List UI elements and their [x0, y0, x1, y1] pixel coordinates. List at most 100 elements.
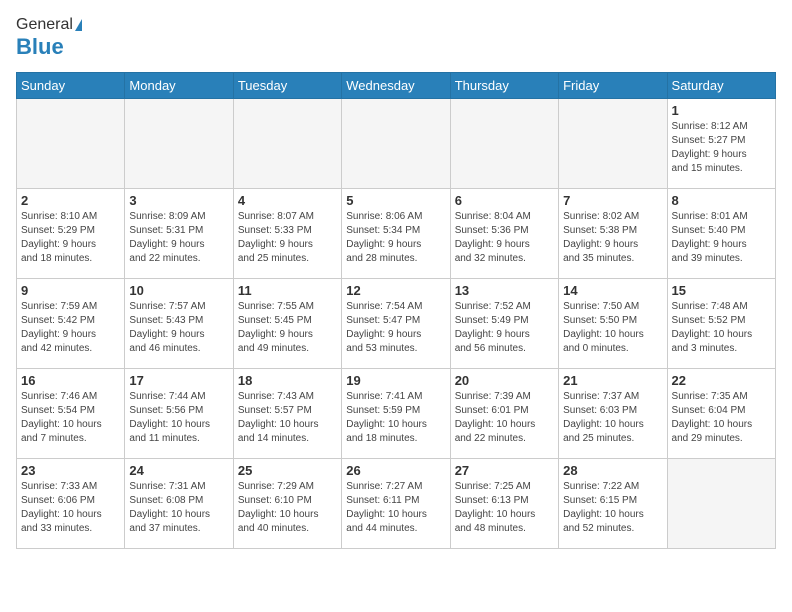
- calendar-day-cell: 10 Sunrise: 7:57 AM Sunset: 5:43 PM Dayli…: [125, 279, 233, 369]
- calendar-day-cell: 5Sunrise: 8:06 AM Sunset: 5:34 PM Daylig…: [342, 189, 450, 279]
- calendar-day-cell: 27 Sunrise: 7:25 AM Sunset: 6:13 PM Dayli…: [450, 459, 558, 549]
- day-info: Sunrise: 8:02 AM Sunset: 5:38 PM Dayligh…: [563, 210, 662, 266]
- day-number: 3: [129, 193, 228, 208]
- day-number: 25: [238, 463, 337, 478]
- day-info: Sunrise: 7:22 AM Sunset: 6:15 PM Dayligh…: [563, 480, 662, 536]
- weekday-header: Friday: [559, 73, 667, 99]
- calendar-day-cell: [667, 459, 775, 549]
- weekday-header: Monday: [125, 73, 233, 99]
- calendar-day-cell: [125, 99, 233, 189]
- weekday-header: Wednesday: [342, 73, 450, 99]
- day-number: 9: [21, 283, 120, 298]
- day-number: 28: [563, 463, 662, 478]
- calendar-week-row: 23 Sunrise: 7:33 AM Sunset: 6:06 PM Dayli…: [17, 459, 776, 549]
- day-info: Sunrise: 7:41 AM Sunset: 5:59 PM Dayligh…: [346, 390, 445, 446]
- day-info: Sunrise: 7:27 AM Sunset: 6:11 PM Dayligh…: [346, 480, 445, 536]
- day-info: Sunrise: 8:09 AM Sunset: 5:31 PM Dayligh…: [129, 210, 228, 266]
- calendar-day-cell: [450, 99, 558, 189]
- weekday-header: Thursday: [450, 73, 558, 99]
- calendar-day-cell: 18Sunrise: 7:43 AM Sunset: 5:57 PM Dayli…: [233, 369, 341, 459]
- calendar-day-cell: 25 Sunrise: 7:29 AM Sunset: 6:10 PM Dayli…: [233, 459, 341, 549]
- calendar-day-cell: 6 Sunrise: 8:04 AM Sunset: 5:36 PM Daylig…: [450, 189, 558, 279]
- calendar-day-cell: 9 Sunrise: 7:59 AM Sunset: 5:42 PM Daylig…: [17, 279, 125, 369]
- day-info: Sunrise: 8:12 AM Sunset: 5:27 PM Dayligh…: [672, 120, 771, 176]
- day-number: 16: [21, 373, 120, 388]
- day-number: 6: [455, 193, 554, 208]
- day-info: Sunrise: 7:52 AM Sunset: 5:49 PM Dayligh…: [455, 300, 554, 356]
- calendar-day-cell: 20 Sunrise: 7:39 AM Sunset: 6:01 PM Dayli…: [450, 369, 558, 459]
- calendar-day-cell: [233, 99, 341, 189]
- calendar-day-cell: [342, 99, 450, 189]
- calendar-day-cell: 16 Sunrise: 7:46 AM Sunset: 5:54 PM Dayli…: [17, 369, 125, 459]
- day-number: 10: [129, 283, 228, 298]
- calendar-day-cell: 26 Sunrise: 7:27 AM Sunset: 6:11 PM Dayli…: [342, 459, 450, 549]
- day-info: Sunrise: 7:54 AM Sunset: 5:47 PM Dayligh…: [346, 300, 445, 356]
- day-info: Sunrise: 7:44 AM Sunset: 5:56 PM Dayligh…: [129, 390, 228, 446]
- calendar-header: SundayMondayTuesdayWednesdayThursdayFrid…: [17, 73, 776, 99]
- weekday-header: Tuesday: [233, 73, 341, 99]
- day-number: 13: [455, 283, 554, 298]
- calendar-day-cell: 8 Sunrise: 8:01 AM Sunset: 5:40 PM Daylig…: [667, 189, 775, 279]
- day-number: 15: [672, 283, 771, 298]
- day-number: 26: [346, 463, 445, 478]
- day-number: 5: [346, 193, 445, 208]
- day-info: Sunrise: 7:55 AM Sunset: 5:45 PM Dayligh…: [238, 300, 337, 356]
- weekday-header: Sunday: [17, 73, 125, 99]
- day-info: Sunrise: 7:59 AM Sunset: 5:42 PM Dayligh…: [21, 300, 120, 356]
- day-number: 1: [672, 103, 771, 118]
- day-number: 19: [346, 373, 445, 388]
- logo: General Blue: [16, 16, 82, 60]
- calendar-day-cell: 15 Sunrise: 7:48 AM Sunset: 5:52 PM Dayli…: [667, 279, 775, 369]
- calendar-day-cell: 3 Sunrise: 8:09 AM Sunset: 5:31 PM Daylig…: [125, 189, 233, 279]
- day-info: Sunrise: 8:01 AM Sunset: 5:40 PM Dayligh…: [672, 210, 771, 266]
- day-info: Sunrise: 7:33 AM Sunset: 6:06 PM Dayligh…: [21, 480, 120, 536]
- calendar-day-cell: 21Sunrise: 7:37 AM Sunset: 6:03 PM Dayli…: [559, 369, 667, 459]
- day-info: Sunrise: 7:25 AM Sunset: 6:13 PM Dayligh…: [455, 480, 554, 536]
- day-number: 12: [346, 283, 445, 298]
- day-info: Sunrise: 8:10 AM Sunset: 5:29 PM Dayligh…: [21, 210, 120, 266]
- calendar-day-cell: [559, 99, 667, 189]
- calendar-week-row: 9 Sunrise: 7:59 AM Sunset: 5:42 PM Daylig…: [17, 279, 776, 369]
- day-number: 7: [563, 193, 662, 208]
- weekday-row: SundayMondayTuesdayWednesdayThursdayFrid…: [17, 73, 776, 99]
- day-info: Sunrise: 7:29 AM Sunset: 6:10 PM Dayligh…: [238, 480, 337, 536]
- calendar-week-row: 1 Sunrise: 8:12 AM Sunset: 5:27 PM Daylig…: [17, 99, 776, 189]
- weekday-header: Saturday: [667, 73, 775, 99]
- calendar-day-cell: 1 Sunrise: 8:12 AM Sunset: 5:27 PM Daylig…: [667, 99, 775, 189]
- calendar-day-cell: 2Sunrise: 8:10 AM Sunset: 5:29 PM Daylig…: [17, 189, 125, 279]
- calendar-day-cell: 14 Sunrise: 7:50 AM Sunset: 5:50 PM Dayli…: [559, 279, 667, 369]
- day-number: 27: [455, 463, 554, 478]
- calendar-week-row: 16 Sunrise: 7:46 AM Sunset: 5:54 PM Dayli…: [17, 369, 776, 459]
- page-header: General Blue: [16, 16, 776, 60]
- day-number: 8: [672, 193, 771, 208]
- day-number: 14: [563, 283, 662, 298]
- day-info: Sunrise: 7:50 AM Sunset: 5:50 PM Dayligh…: [563, 300, 662, 356]
- day-info: Sunrise: 7:48 AM Sunset: 5:52 PM Dayligh…: [672, 300, 771, 356]
- calendar-day-cell: 19 Sunrise: 7:41 AM Sunset: 5:59 PM Dayli…: [342, 369, 450, 459]
- day-info: Sunrise: 7:39 AM Sunset: 6:01 PM Dayligh…: [455, 390, 554, 446]
- day-number: 4: [238, 193, 337, 208]
- day-info: Sunrise: 7:46 AM Sunset: 5:54 PM Dayligh…: [21, 390, 120, 446]
- day-number: 17: [129, 373, 228, 388]
- logo-general-text: General: [16, 16, 73, 34]
- calendar-day-cell: 7 Sunrise: 8:02 AM Sunset: 5:38 PM Daylig…: [559, 189, 667, 279]
- day-info: Sunrise: 7:43 AM Sunset: 5:57 PM Dayligh…: [238, 390, 337, 446]
- day-number: 22: [672, 373, 771, 388]
- day-info: Sunrise: 7:57 AM Sunset: 5:43 PM Dayligh…: [129, 300, 228, 356]
- calendar-day-cell: 4Sunrise: 8:07 AM Sunset: 5:33 PM Daylig…: [233, 189, 341, 279]
- day-info: Sunrise: 7:35 AM Sunset: 6:04 PM Dayligh…: [672, 390, 771, 446]
- day-info: Sunrise: 7:37 AM Sunset: 6:03 PM Dayligh…: [563, 390, 662, 446]
- day-info: Sunrise: 8:04 AM Sunset: 5:36 PM Dayligh…: [455, 210, 554, 266]
- calendar-day-cell: 22 Sunrise: 7:35 AM Sunset: 6:04 PM Dayli…: [667, 369, 775, 459]
- calendar-day-cell: 23 Sunrise: 7:33 AM Sunset: 6:06 PM Dayli…: [17, 459, 125, 549]
- calendar-day-cell: 13 Sunrise: 7:52 AM Sunset: 5:49 PM Dayli…: [450, 279, 558, 369]
- calendar-day-cell: [17, 99, 125, 189]
- calendar-day-cell: 12 Sunrise: 7:54 AM Sunset: 5:47 PM Dayli…: [342, 279, 450, 369]
- day-number: 23: [21, 463, 120, 478]
- calendar-body: 1 Sunrise: 8:12 AM Sunset: 5:27 PM Daylig…: [17, 99, 776, 549]
- day-number: 20: [455, 373, 554, 388]
- calendar-day-cell: 24Sunrise: 7:31 AM Sunset: 6:08 PM Dayli…: [125, 459, 233, 549]
- logo-triangle-icon: [75, 19, 82, 31]
- calendar-day-cell: 28 Sunrise: 7:22 AM Sunset: 6:15 PM Dayli…: [559, 459, 667, 549]
- day-info: Sunrise: 7:31 AM Sunset: 6:08 PM Dayligh…: [129, 480, 228, 536]
